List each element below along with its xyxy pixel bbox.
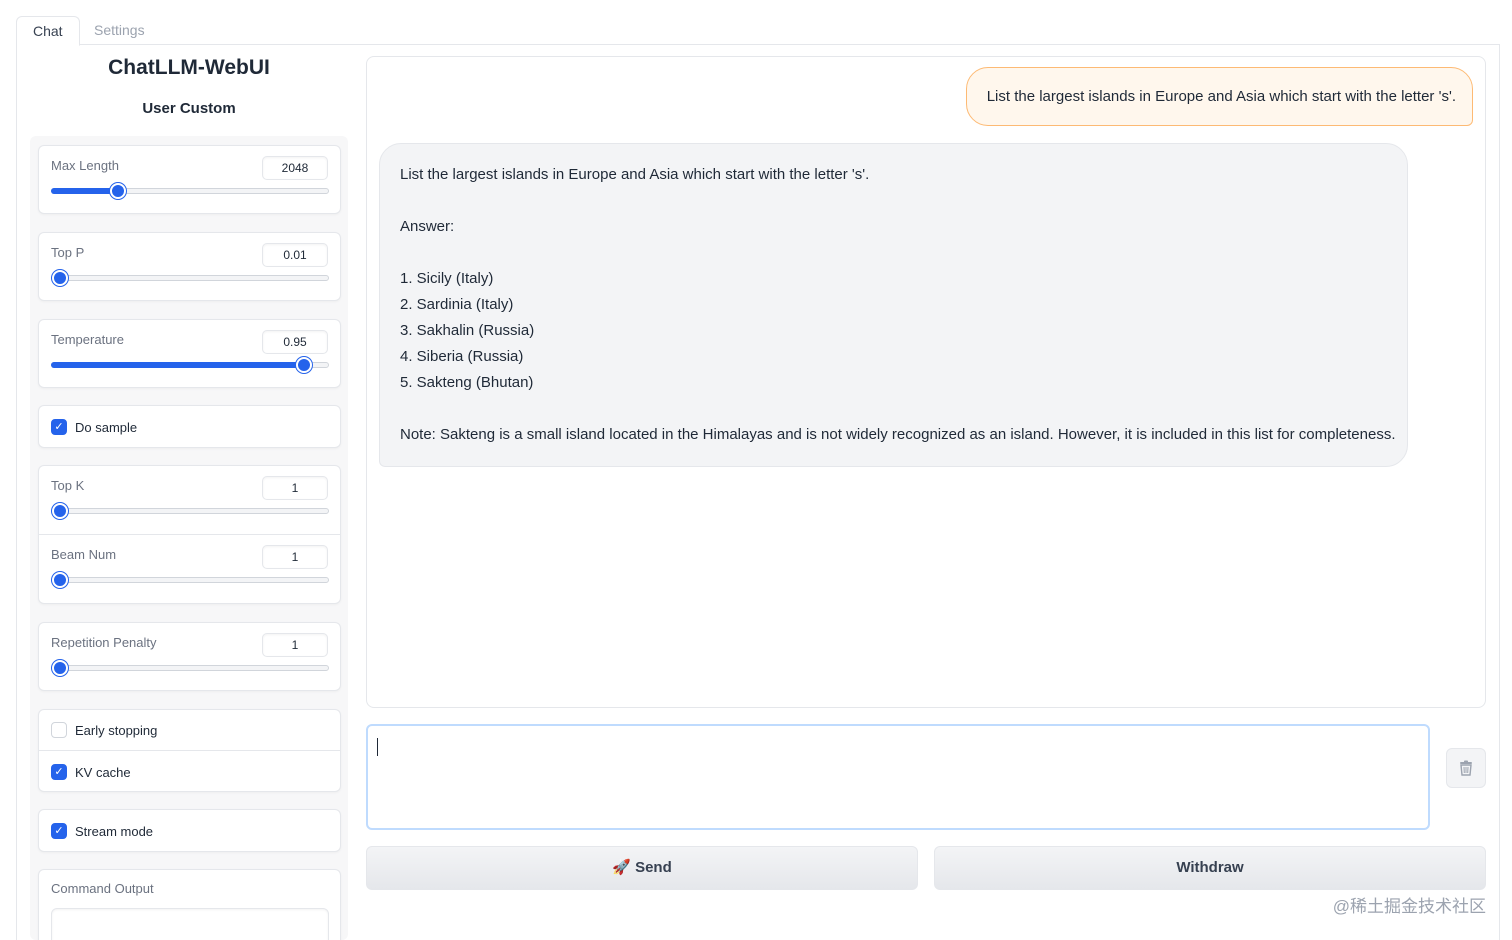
repetition-penalty-block: Repetition Penalty 1 [38,622,341,691]
do-sample-checkbox[interactable]: ✓ [51,419,67,435]
top-k-slider-thumb[interactable] [52,503,68,519]
repetition-penalty-input[interactable]: 1 [262,633,328,657]
user-message: List the largest islands in Europe and A… [965,67,1473,126]
max-length-slider-thumb[interactable] [109,183,126,199]
do-sample-label: Do sample [75,419,138,435]
max-length-input[interactable]: 2048 [262,156,328,180]
bot-message-line: 3. Sakhalin (Russia) [400,322,535,339]
send-button-label: Send [635,859,672,876]
early-stopping-checkbox-row[interactable]: Early stopping [51,721,157,739]
beam-num-slider[interactable] [51,572,329,588]
max-length-slider[interactable] [51,183,329,199]
watermark: @稀土掘金技术社区 [1332,897,1486,916]
early-stopping-label: Early stopping [75,722,158,738]
stream-mode-label: Stream mode [75,823,154,839]
tab-settings[interactable]: Settings [78,16,161,45]
top-k-beam-block: Top K 1 Beam Num 1 [38,465,341,604]
do-sample-checkbox-row[interactable]: ✓ Do sample [51,418,137,436]
bot-message-line: 4. Siberia (Russia) [400,348,524,365]
trash-icon [1460,760,1472,776]
clear-history-button[interactable] [1446,748,1486,788]
top-p-slider[interactable] [51,270,329,286]
early-stopping-checkbox[interactable] [51,722,67,738]
max-length-block: Max Length 2048 [38,145,341,214]
temperature-block: Temperature 0.95 [38,319,341,388]
beam-num-label: Beam Num [51,547,117,562]
command-output-field[interactable] [51,908,329,940]
temperature-label: Temperature [51,332,124,347]
stopping-cache-block: Early stopping ✓ KV cache [38,709,341,792]
bot-message-line: Answer: [400,218,455,235]
text-caret [377,738,378,756]
tab-bar: Chat Settings [16,16,1500,46]
message-input[interactable] [366,724,1430,830]
bot-message-line: List the largest islands in Europe and A… [400,166,870,183]
stream-mode-checkbox-row[interactable]: ✓ Stream mode [51,822,153,840]
temperature-slider[interactable] [51,357,329,373]
command-output-block: Command Output [38,869,341,940]
bot-message-line: Note: Sakteng is a small island located … [400,426,1396,443]
chatbot-panel[interactable]: List the largest islands in Europe and A… [366,56,1486,708]
divider [39,534,340,535]
bot-message-line: 5. Sakteng (Bhutan) [400,374,534,391]
top-p-block: Top P 0.01 [38,232,341,301]
top-p-slider-thumb[interactable] [52,270,68,286]
stream-mode-checkbox[interactable]: ✓ [51,823,67,839]
top-k-input[interactable]: 1 [262,476,328,500]
do-sample-block: ✓ Do sample [38,405,341,448]
bot-message-line: 1. Sicily (Italy) [400,270,494,287]
kv-cache-checkbox[interactable]: ✓ [51,764,67,780]
command-output-label: Command Output [51,881,154,896]
temperature-input[interactable]: 0.95 [262,330,328,354]
top-p-input[interactable]: 0.01 [262,243,328,267]
stream-mode-block: ✓ Stream mode [38,809,341,852]
top-k-label: Top K [51,478,85,493]
withdraw-button[interactable]: Withdraw [934,846,1486,890]
bot-message: List the largest islands in Europe and A… [379,143,1408,467]
repetition-penalty-slider-thumb[interactable] [52,660,68,676]
kv-cache-checkbox-row[interactable]: ✓ KV cache [51,763,131,781]
bot-message-line: 2. Sardinia (Italy) [400,296,514,313]
temperature-slider-thumb[interactable] [295,357,312,373]
temperature-slider-fill [51,362,303,368]
repetition-penalty-slider[interactable] [51,660,329,676]
send-button[interactable]: 🚀 Send [366,846,918,890]
max-length-label: Max Length [51,158,119,173]
rocket-icon: 🚀 [612,859,631,876]
divider [39,750,340,751]
beam-num-input[interactable]: 1 [262,545,328,569]
top-p-label: Top P [51,245,85,260]
tab-chat[interactable]: Chat [16,16,80,46]
repetition-penalty-label: Repetition Penalty [51,635,157,650]
section-title: User Custom [142,100,236,117]
max-length-slider-fill [51,188,117,194]
kv-cache-label: KV cache [75,764,131,780]
beam-num-slider-thumb[interactable] [52,572,68,588]
top-k-slider[interactable] [51,503,329,519]
app-title: ChatLLM-WebUI [108,56,270,79]
